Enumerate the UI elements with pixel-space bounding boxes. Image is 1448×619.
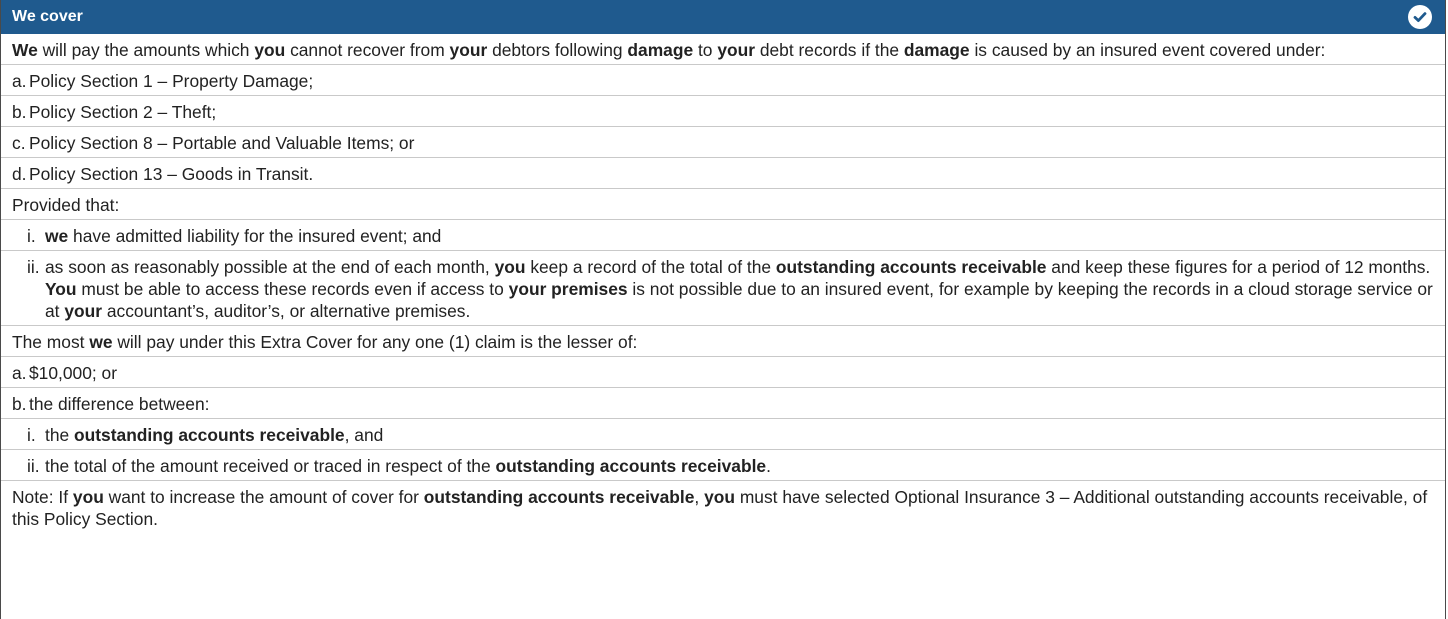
provided-that-label: Provided that:	[1, 188, 1445, 219]
limit-paragraph: The most we will pay under this Extra Co…	[1, 325, 1445, 356]
list-item: ii. the total of the amount received or …	[1, 449, 1445, 480]
we-cover-panel: We cover We will pay the amounts which y…	[0, 0, 1446, 619]
list-item: d. Policy Section 13 – Goods in Transit.	[1, 157, 1445, 188]
list-item: b. the difference between:	[1, 387, 1445, 418]
list-item: c. Policy Section 8 – Portable and Valuab…	[1, 126, 1445, 157]
list-item: i. the outstanding accounts receivable, …	[1, 418, 1445, 449]
list-item: i. we have admitted liability for the in…	[1, 219, 1445, 250]
panel-title: We cover	[12, 8, 83, 25]
list-item: b. Policy Section 2 – Theft;	[1, 95, 1445, 126]
list-item: a. Policy Section 1 – Property Damage;	[1, 64, 1445, 95]
list-item: ii. as soon as reasonably possible at th…	[1, 250, 1445, 325]
panel-content: We will pay the amounts which you cannot…	[1, 34, 1445, 533]
list-item: a. $10,000; or	[1, 356, 1445, 387]
check-circle-icon	[1408, 5, 1432, 29]
note-paragraph: Note: If you want to increase the amount…	[1, 480, 1445, 533]
panel-header: We cover	[1, 0, 1445, 34]
intro-paragraph: We will pay the amounts which you cannot…	[12, 40, 1326, 60]
